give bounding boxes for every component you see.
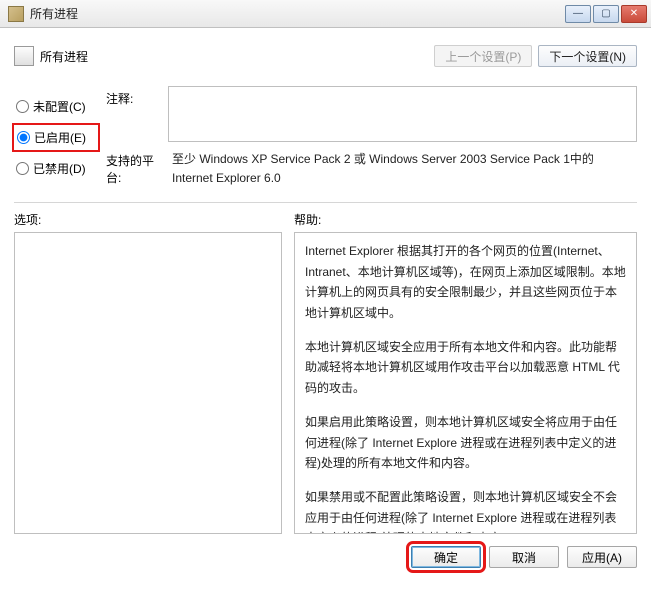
help-box[interactable]: Internet Explorer 根据其打开的各个网页的位置(Internet… — [294, 232, 637, 534]
radio-disabled[interactable]: 已禁用(D) — [14, 159, 98, 178]
dialog-content: 所有进程 上一个设置(P) 下一个设置(N) 未配置(C) 已启用(E) 已禁用… — [0, 28, 651, 534]
platform-text: 至少 Windows XP Service Pack 2 或 Windows S… — [168, 148, 637, 190]
next-setting-button[interactable]: 下一个设置(N) — [538, 45, 637, 67]
radio-not-configured-label: 未配置(C) — [33, 98, 86, 115]
close-button[interactable]: ✕ — [621, 5, 647, 23]
platform-label: 支持的平台: — [106, 148, 168, 186]
radio-not-configured[interactable]: 未配置(C) — [14, 97, 98, 116]
titlebar: 所有进程 — ▢ ✕ — [0, 0, 651, 28]
divider — [14, 202, 637, 203]
help-paragraph: Internet Explorer 根据其打开的各个网页的位置(Internet… — [305, 241, 626, 323]
config-area: 未配置(C) 已启用(E) 已禁用(D) 注释: 支持的平台: 至少 Windo… — [14, 86, 637, 196]
interpret-textbox[interactable] — [168, 86, 637, 142]
maximize-button[interactable]: ▢ — [593, 5, 619, 23]
radio-not-configured-input[interactable] — [16, 100, 29, 113]
help-paragraph: 本地计算机区域安全应用于所有本地文件和内容。此功能帮助减轻将本地计算机区域用作攻… — [305, 337, 626, 398]
footer: 确定 取消 应用(A) — [0, 534, 651, 578]
radio-enabled-label: 已启用(E) — [34, 129, 86, 146]
apply-button[interactable]: 应用(A) — [567, 546, 637, 568]
minimize-button[interactable]: — — [565, 5, 591, 23]
radio-disabled-label: 已禁用(D) — [33, 160, 86, 177]
header-row: 所有进程 上一个设置(P) 下一个设置(N) — [14, 38, 637, 74]
platform-row: 支持的平台: 至少 Windows XP Service Pack 2 或 Wi… — [106, 148, 637, 190]
page-title: 所有进程 — [40, 48, 88, 65]
ok-button[interactable]: 确定 — [411, 546, 481, 568]
panels: Internet Explorer 根据其打开的各个网页的位置(Internet… — [14, 232, 637, 534]
prev-setting-button[interactable]: 上一个设置(P) — [434, 45, 532, 67]
panel-labels: 选项: 帮助: — [14, 211, 637, 228]
help-paragraph: 如果启用此策略设置，则本地计算机区域安全将应用于由任何进程(除了 Interne… — [305, 412, 626, 473]
help-paragraph: 如果禁用或不配置此策略设置，则本地计算机区域安全不会应用于由任何进程(除了 In… — [305, 487, 626, 534]
cancel-button[interactable]: 取消 — [489, 546, 559, 568]
radio-enabled-input[interactable] — [17, 131, 30, 144]
radio-disabled-input[interactable] — [16, 162, 29, 175]
options-box[interactable] — [14, 232, 282, 534]
window-controls: — ▢ ✕ — [565, 5, 647, 23]
radio-group: 未配置(C) 已启用(E) 已禁用(D) — [14, 86, 98, 196]
interpret-row: 注释: — [106, 86, 637, 142]
window-title: 所有进程 — [30, 5, 565, 22]
policy-icon — [14, 46, 34, 66]
options-label: 选项: — [14, 211, 294, 228]
radio-enabled[interactable]: 已启用(E) — [12, 123, 100, 152]
window-icon — [8, 6, 24, 22]
interpret-label: 注释: — [106, 86, 168, 107]
right-side: 注释: 支持的平台: 至少 Windows XP Service Pack 2 … — [106, 86, 637, 196]
help-label: 帮助: — [294, 211, 321, 228]
